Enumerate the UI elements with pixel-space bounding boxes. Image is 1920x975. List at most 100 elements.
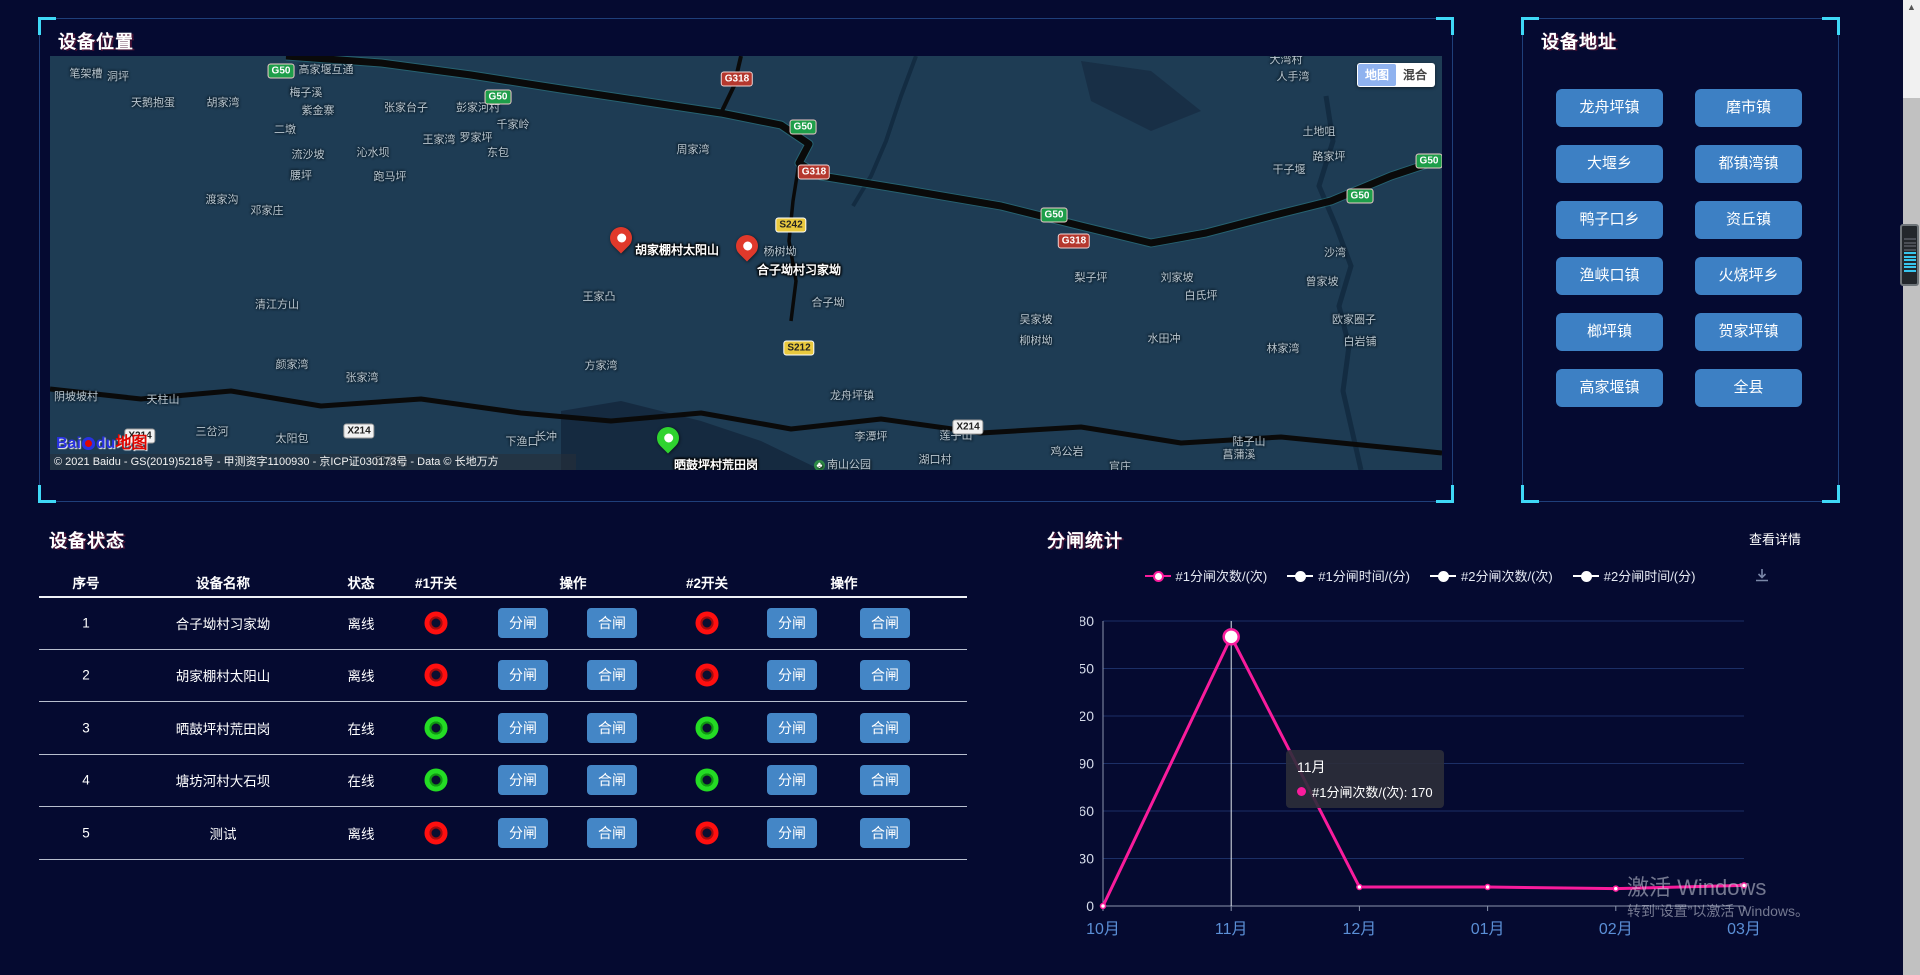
address-button[interactable]: 火烧坪乡 [1695,257,1802,295]
scroll-indicator-widget[interactable] [1900,224,1919,286]
open-switch2-button[interactable]: 分闸 [767,765,817,795]
legend-circle-icon [1438,571,1449,582]
close-switch1-button[interactable]: 合闸 [587,660,637,690]
view-details-link[interactable]: 查看详情 [1749,529,1801,548]
address-button[interactable]: 鸭子口乡 [1556,201,1663,239]
map-place-label: 林家湾 [1267,340,1300,356]
close-switch1-button[interactable]: 合闸 [587,608,637,638]
map-place-label: 方家湾 [585,357,618,373]
map-place-label: 路家坪 [1313,148,1346,164]
open-switch2-button[interactable]: 分闸 [767,818,817,848]
map-place-label: 太阳包 [276,430,309,446]
open-switch1-button[interactable]: 分闸 [498,818,548,848]
close-switch2-button[interactable]: 合闸 [860,765,910,795]
legend-item[interactable]: #1分闸次数/(次) [1145,566,1268,585]
svg-text:150: 150 [1080,661,1094,677]
map-type-hybrid-button[interactable]: 混合 [1396,64,1434,86]
svg-text:12月: 12月 [1342,921,1376,938]
map-panel-title: 设备位置 [58,28,134,54]
map-place-label: 长冲 [535,428,557,444]
close-switch2-button[interactable]: 合闸 [860,818,910,848]
close-switch1-button[interactable]: 合闸 [587,713,637,743]
close-switch1-button[interactable]: 合闸 [587,765,637,795]
address-button[interactable]: 榔坪镇 [1556,313,1663,351]
close-switch2-button[interactable]: 合闸 [860,608,910,638]
map-place-label: 龙舟坪镇 [830,387,874,403]
column-header: 序号 [73,572,100,592]
device-status: 在线 [348,770,375,790]
close-switch1-button[interactable]: 合闸 [587,818,637,848]
legend-line-icon [1287,575,1313,577]
open-switch1-button[interactable]: 分闸 [498,660,548,690]
legend-line-icon [1430,575,1456,577]
table-rows: 1合子坳村习家坳离线分闸合闸分闸合闸2胡家棚村太阳山离线分闸合闸分闸合闸3晒鼓坪… [39,597,967,860]
map-place-label: 干子堰 [1273,161,1306,177]
legend-item[interactable]: #2分闸时间/(分) [1573,566,1696,585]
map-place-label: 千家岭 [497,116,530,132]
close-switch2-button[interactable]: 合闸 [860,660,910,690]
map-place-label: 三岔河 [196,423,229,439]
road-shield-g50: G50 [1347,189,1374,204]
switch2-indicator [696,611,719,634]
legend-label: #2分闸次数/(次) [1461,566,1553,585]
switch1-indicator [425,716,448,739]
open-switch1-button[interactable]: 分闸 [498,713,548,743]
corner-bracket [1822,17,1840,35]
legend-item[interactable]: #2分闸次数/(次) [1430,566,1553,585]
map-place-label: 二墩 [274,121,296,137]
row-index: 2 [82,668,90,683]
svg-text:30: 30 [1080,851,1094,867]
address-button[interactable]: 磨市镇 [1695,89,1802,127]
device-status-table: 序号设备名称状态#1开关操作#2开关操作 1合子坳村习家坳离线分闸合闸分闸合闸2… [39,565,967,860]
table-header-row: 序号设备名称状态#1开关操作#2开关操作 [39,565,967,597]
scrollbar-up-arrow[interactable]: ▲ [1903,2,1920,12]
address-button[interactable]: 资丘镇 [1695,201,1802,239]
map-place-label: 紫金寨 [302,102,335,118]
map-place-label: 曾家坡 [1306,273,1339,289]
map-type-map-button[interactable]: 地图 [1358,64,1396,86]
svg-text:120: 120 [1080,708,1094,724]
corner-bracket [38,17,56,35]
address-button[interactable]: 龙舟坪镇 [1556,89,1663,127]
map-place-label: 刘家坡 [1161,269,1194,285]
device-name: 塘坊河村大石坝 [176,770,271,790]
baidu-map-canvas[interactable]: 笔架槽洞坪天鹅抱蛋胡家湾高家堰互通梅子溪紫金寨二墩流沙坡沁水坝腰坪跑马坪渡家沟邓… [50,56,1442,470]
park-poi: ♣南山公园 [814,456,871,470]
open-switch1-button[interactable]: 分闸 [498,765,548,795]
open-switch2-button[interactable]: 分闸 [767,660,817,690]
legend-circle-icon [1581,571,1592,582]
road-shield-x214: X214 [952,420,983,435]
map-place-label: 张家湾 [346,369,379,385]
open-switch1-button[interactable]: 分闸 [498,608,548,638]
address-button[interactable]: 高家堰镇 [1556,369,1663,407]
road-shield-g50: G50 [485,90,512,105]
map-place-label: 罗家坪 [460,129,493,145]
address-button[interactable]: 贺家坪镇 [1695,313,1802,351]
map-place-label: 人手湾 [1277,68,1310,84]
address-button[interactable]: 全县 [1695,369,1802,407]
svg-text:02月: 02月 [1599,921,1633,938]
windows-activation-watermark: 激活 Windows [1627,870,1766,902]
legend-item[interactable]: #1分闸时间/(分) [1287,566,1410,585]
address-button[interactable]: 大堰乡 [1556,145,1663,183]
map-place-label: 杨树坳 [764,243,797,259]
address-button[interactable]: 渔峡口镇 [1556,257,1663,295]
open-switch2-button[interactable]: 分闸 [767,713,817,743]
address-buttons: 龙舟坪镇磨市镇大堰乡都镇湾镇鸭子口乡资丘镇渔峡口镇火烧坪乡榔坪镇贺家坪镇高家堰镇… [1556,89,1802,407]
map-roads-layer [50,56,1442,470]
road-shield-s242: S242 [775,218,806,233]
map-place-label: 沁水坝 [357,144,390,160]
chart-legend: #1分闸次数/(次) #1分闸时间/(分) #2分闸次数/(次) #2分闸时间/(分) [1080,566,1760,585]
svg-text:90: 90 [1080,756,1094,772]
open-switch2-button[interactable]: 分闸 [767,608,817,638]
map-place-label: 颜家湾 [276,356,309,372]
table-row: 1合子坳村习家坳离线分闸合闸分闸合闸 [39,597,967,650]
address-button[interactable]: 都镇湾镇 [1695,145,1802,183]
road-shield-g318: G318 [798,165,830,180]
road-shield-g50: G50 [1041,208,1068,223]
road-shield-x214: X214 [343,424,374,439]
close-switch2-button[interactable]: 合闸 [860,713,910,743]
map-place-label: 清江方山 [255,296,299,312]
switch1-indicator [425,664,448,687]
map-marker-label: 胡家棚村太阳山 [635,241,719,258]
